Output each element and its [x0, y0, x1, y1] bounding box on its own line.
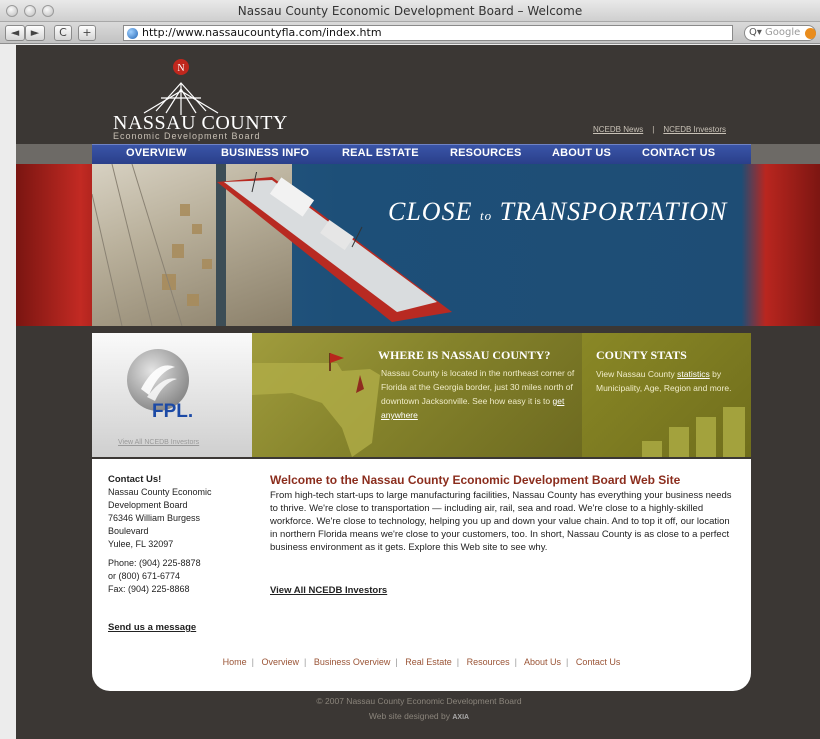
contact-org-2: Development Board — [108, 500, 188, 510]
globe-icon — [127, 28, 138, 39]
compass-letter: N — [177, 63, 184, 74]
where-body: Nassau County is located in the northeas… — [381, 366, 581, 422]
header: N NASSAU COUNTY Economic Development Boa… — [16, 45, 820, 141]
window-title: Nassau County Economic Development Board… — [237, 4, 583, 18]
where-body-text: Nassau County is located in the northeas… — [381, 368, 575, 406]
stats-bar-decoration — [723, 407, 745, 457]
nav-resources[interactable]: RESOURCES — [450, 147, 521, 159]
top-links: NCEDB News | NCEDB Investors — [593, 125, 726, 134]
stats-bar-decoration — [669, 427, 689, 457]
welcome-body: From high-tech start-ups to large manufa… — [270, 490, 732, 553]
ncedb-investors-link[interactable]: NCEDB Investors — [663, 125, 726, 134]
stats-bar-decoration — [696, 417, 716, 457]
nav-real-estate[interactable]: REAL ESTATE — [342, 147, 419, 159]
address-url: http://www.nassaucountyfla.com/index.htm — [142, 26, 382, 39]
nav-contact-us[interactable]: CONTACT US — [642, 147, 715, 159]
stats-panel: COUNTY STATS View Nassau County statisti… — [582, 333, 751, 457]
search-placeholder: Google — [765, 27, 801, 38]
nav-overview[interactable]: OVERVIEW — [126, 147, 187, 159]
footer-separator: | — [514, 657, 517, 667]
footer-separator: | — [303, 657, 307, 667]
web-page: N NASSAU COUNTY Economic Development Boa… — [16, 45, 820, 739]
reload-button[interactable]: C — [54, 25, 72, 41]
designed-by-text: Web site designed by — [368, 711, 450, 721]
address-bar[interactable]: http://www.nassaucountyfla.com/index.htm — [123, 25, 733, 41]
where-panel: WHERE IS NASSAU COUNTY? Nassau County is… — [252, 333, 582, 457]
ship-image — [217, 172, 452, 322]
hero-banner: Close to Transportation — [16, 163, 820, 327]
stats-body-pre: View Nassau County — [596, 369, 675, 379]
contact-alt-phone: or (800) 671-6774 — [108, 571, 181, 581]
footer-separator: | — [251, 657, 254, 667]
fpl-logo-text: FPL. — [152, 401, 194, 422]
view-investors-link[interactable]: View All NCEDB Investors — [270, 585, 387, 596]
tagline-close: Close — [388, 197, 473, 226]
top-links-separator: | — [652, 125, 655, 134]
contact-phone: Phone: (904) 225-8878 — [108, 558, 201, 568]
send-message-link[interactable]: Send us a message — [108, 622, 196, 633]
title-bar: Nassau County Economic Development Board… — [0, 0, 820, 22]
copyright: © 2007 Nassau County Economic Developmen… — [316, 696, 522, 706]
contact-street-2: Boulevard — [108, 526, 149, 536]
footer-nav: Home | Overview | Business Overview | Real … — [92, 657, 751, 667]
tagline-to: to — [479, 208, 493, 223]
footer-link-resources[interactable]: Resources — [467, 657, 510, 667]
footer-link-overview[interactable]: Overview — [261, 657, 299, 667]
fpl-panel[interactable]: FPL. View All NCEDB Investors — [92, 333, 252, 457]
contact-heading: Contact Us! — [108, 474, 162, 485]
where-title: WHERE IS NASSAU COUNTY? — [378, 348, 551, 362]
tagline-transportation: Transportation — [499, 197, 728, 226]
nav-bar-right-edge — [751, 144, 820, 164]
stats-body: View Nassau County statistics by Municip… — [596, 367, 746, 395]
browser-window: Nassau County Economic Development Board… — [0, 0, 820, 739]
footer-link-real-estate[interactable]: Real Estate — [405, 657, 452, 667]
stats-title: COUNTY STATS — [596, 348, 687, 362]
nav-business-info[interactable]: BUSINESS INFO — [221, 147, 309, 159]
back-button[interactable]: ◄ — [5, 25, 25, 41]
contact-org-1: Nassau County Economic — [108, 487, 212, 497]
designed-by: Web site designed by AXIA — [16, 711, 820, 721]
nav-about-us[interactable]: ABOUT US — [552, 147, 611, 159]
compass-rose-icon: N — [143, 59, 219, 115]
view-investors-link-small[interactable]: View All NCEDB Investors — [118, 439, 199, 446]
main-content: Contact Us! Nassau County Economic Devel… — [92, 459, 751, 691]
contact-block: Contact Us! Nassau County Economic Devel… — [108, 473, 258, 596]
footer-link-about-us[interactable]: About Us — [524, 657, 561, 667]
banner-tagline: Close to Transportation — [388, 197, 727, 227]
search-field[interactable]: Q▾ Google — [744, 25, 816, 41]
add-bookmark-button[interactable]: + — [78, 25, 96, 41]
ncedb-news-link[interactable]: NCEDB News — [593, 125, 643, 134]
designer-link[interactable]: AXIA — [452, 714, 469, 721]
browser-toolbar: ◄ ► C + http://www.nassaucountyfla.com/i… — [0, 22, 820, 44]
main-nav: OVERVIEW BUSINESS INFO REAL ESTATE RESOU… — [92, 144, 751, 164]
contact-city: Yulee, FL 32097 — [108, 539, 174, 549]
forward-button[interactable]: ► — [25, 25, 45, 41]
statistics-link[interactable]: statistics — [677, 369, 710, 379]
snapback-icon[interactable] — [805, 28, 816, 39]
footer-link-business-overview[interactable]: Business Overview — [314, 657, 391, 667]
feature-row: FPL. View All NCEDB Investors WHERE IS N… — [92, 333, 751, 457]
stats-bar-decoration — [642, 441, 662, 457]
footer-separator: | — [566, 657, 569, 667]
logo-subtitle: Economic Development Board — [113, 131, 261, 141]
footer-separator: | — [395, 657, 398, 667]
footer-link-home[interactable]: Home — [223, 657, 247, 667]
contact-fax: Fax: (904) 225-8868 — [108, 584, 190, 594]
welcome-title: Welcome to the Nassau County Economic De… — [270, 473, 681, 487]
search-icon: Q▾ — [749, 27, 762, 38]
footer-link-contact-us[interactable]: Contact Us — [576, 657, 621, 667]
nav-bar-left-edge — [16, 144, 92, 164]
footer-separator: | — [456, 657, 460, 667]
contact-street-1: 76346 William Burgess — [108, 513, 201, 523]
